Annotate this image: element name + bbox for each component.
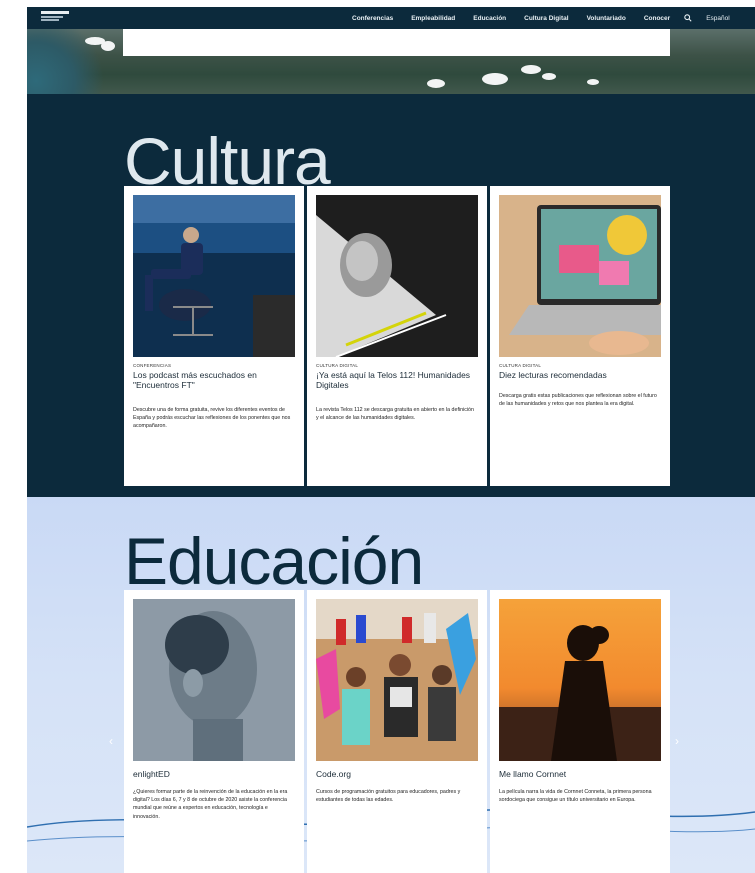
search-icon[interactable] (679, 14, 697, 22)
educacion-card[interactable]: Me llamo Cornnet La película narra la vi… (490, 590, 670, 873)
educacion-card[interactable]: enlightED ¿Quieres formar parte de la re… (124, 590, 304, 873)
nav-item-empleabilidad[interactable]: Empleabilidad (402, 15, 464, 22)
educacion-card[interactable]: Code.org Cursos de programación gratuito… (307, 590, 487, 873)
card-image (499, 599, 661, 761)
card-description: Cursos de programación gratuitos para ed… (316, 789, 461, 804)
card-description: Descubre una de forma gratuita, revive l… (133, 407, 291, 430)
card-title[interactable]: Code.org (316, 769, 480, 780)
nav-item-conocer[interactable]: Conocer (635, 15, 679, 22)
card-image (499, 195, 661, 357)
section-title-educacion: Educación (124, 524, 424, 598)
nav-item-educacion[interactable]: Educación (464, 15, 515, 22)
cultura-card[interactable]: CONFERENCIAS Los podcast más escuchados … (124, 186, 304, 486)
card-image (316, 599, 478, 761)
carousel-next-arrow-icon[interactable]: › (675, 734, 679, 748)
nav-item-cultura-digital[interactable]: Cultura Digital (515, 15, 577, 22)
card-image (133, 599, 295, 761)
carousel-prev-arrow-icon[interactable]: ‹ (109, 734, 113, 748)
card-category: CULTURA DIGITAL (316, 363, 359, 368)
cultura-card[interactable]: CULTURA DIGITAL Diez lecturas recomendad… (490, 186, 670, 486)
section-title-cultura: Cultura (124, 124, 331, 198)
card-description: La revista Telos 112 se descarga gratuit… (316, 407, 474, 422)
brand-logo[interactable] (41, 11, 75, 25)
nav-item-voluntariado[interactable]: Voluntariado (578, 15, 635, 22)
card-category: CULTURA DIGITAL (499, 363, 542, 368)
card-title[interactable]: Me llamo Cornnet (499, 769, 663, 780)
card-title[interactable]: enlightED (133, 769, 297, 780)
cultura-card[interactable]: CULTURA DIGITAL ¡Ya está aquí la Telos 1… (307, 186, 487, 486)
top-navigation-bar: Conferencias Empleabilidad Educación Cul… (27, 7, 755, 29)
card-image (316, 195, 478, 357)
card-image (133, 195, 295, 357)
card-title[interactable]: Los podcast más escuchados en "Encuentro… (133, 370, 297, 391)
card-description: ¿Quieres formar parte de la reinvención … (133, 789, 288, 820)
main-nav: Conferencias Empleabilidad Educación Cul… (343, 7, 739, 29)
language-selector[interactable]: Español (697, 15, 739, 22)
card-title[interactable]: Diez lecturas recomendadas (499, 370, 663, 381)
card-description: Descarga gratis estas publicaciones que … (499, 393, 657, 408)
card-category: CONFERENCIAS (133, 363, 172, 368)
hero-white-panel (123, 29, 670, 56)
nav-item-conferencias[interactable]: Conferencias (343, 15, 402, 22)
card-title[interactable]: ¡Ya está aquí la Telos 112! Humanidades … (316, 370, 480, 391)
card-description: La película narra la vida de Cornnet Con… (499, 789, 652, 804)
